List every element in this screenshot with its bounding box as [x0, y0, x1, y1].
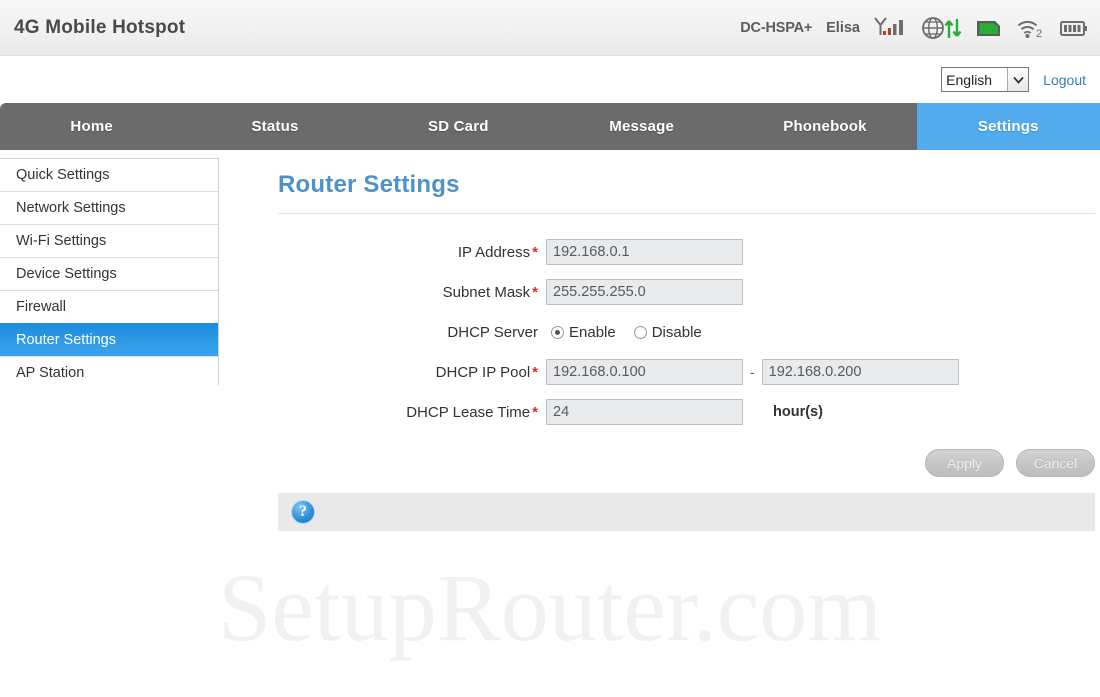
sidebar-item-firewall[interactable]: Firewall	[0, 290, 218, 323]
page-root: SetupRouter.com 4G Mobile Hotspot DC-HSP…	[0, 0, 1100, 697]
status-icon-tray: DC-HSPA+ Elisa 2	[740, 16, 1088, 40]
sidebar-item-router-settings[interactable]: Router Settings	[0, 323, 218, 356]
dhcp-ip-pool-control: -	[546, 359, 959, 385]
nav-item-phonebook[interactable]: Phonebook	[733, 103, 916, 150]
range-separator: -	[750, 364, 755, 380]
help-question-icon[interactable]: ?	[291, 500, 315, 524]
page-title: Router Settings	[278, 171, 460, 198]
dhcp-server-label: DHCP Server	[447, 323, 538, 341]
form-row-ip-address: IP Address *	[278, 232, 1095, 272]
sidebar-item-device-settings[interactable]: Device Settings	[0, 257, 218, 290]
ip-address-input[interactable]	[546, 239, 743, 265]
cancel-button[interactable]: Cancel	[1016, 449, 1095, 477]
content-area: Quick Settings Network Settings Wi-Fi Se…	[0, 150, 1100, 531]
dhcp-server-disable-option[interactable]: Disable	[633, 323, 702, 341]
radio-selected-icon[interactable]	[551, 325, 564, 339]
required-marker: *	[532, 403, 538, 421]
svg-text:2: 2	[1036, 28, 1042, 39]
dhcp-server-disable-label: Disable	[651, 323, 702, 341]
sidebar-item-network-settings[interactable]: Network Settings	[0, 191, 218, 224]
dhcp-server-enable-option[interactable]: Enable	[551, 324, 616, 341]
router-settings-form: IP Address* Subnet Mask*	[278, 232, 1095, 432]
dhcp-lease-time-label: DHCP Lease Time *	[278, 404, 546, 421]
wifi-clients-icon: 2	[1016, 17, 1046, 39]
language-select[interactable]: English	[941, 67, 1030, 92]
dhcp-lease-time-input[interactable]	[546, 399, 743, 425]
form-row-dhcp-server: DHCP Server Enable Disable	[278, 312, 1095, 352]
radio-unselected-icon[interactable]	[633, 325, 647, 339]
required-marker: *	[532, 283, 538, 301]
main-nav: Home Status SD Card Message Phonebook Se…	[0, 103, 1100, 150]
subnet-mask-label: Subnet Mask *	[278, 284, 546, 301]
nav-item-sd-card[interactable]: SD Card	[367, 103, 550, 150]
dhcp-lease-time-control: hour(s)	[546, 399, 823, 425]
sidebar-item-wifi-settings[interactable]: Wi-Fi Settings	[0, 224, 218, 257]
sidebar-item-ap-station[interactable]: AP Station	[0, 356, 218, 389]
subnet-mask-label-text: Subnet Mask	[442, 283, 531, 301]
dhcp-lease-time-label-text: DHCP Lease Time	[406, 403, 531, 421]
title-divider	[278, 213, 1095, 214]
utility-bar: English Logout	[0, 56, 1100, 103]
subnet-mask-input[interactable]	[546, 279, 743, 305]
ip-address-label: IP Address *	[278, 244, 546, 261]
required-marker: *	[532, 243, 538, 261]
nav-item-settings[interactable]: Settings	[916, 103, 1100, 150]
app-title: 4G Mobile Hotspot	[14, 16, 186, 38]
nav-item-status[interactable]: Status	[183, 103, 366, 150]
dhcp-ip-pool-end-input[interactable]	[761, 359, 959, 385]
globe-data-transfer-icon	[922, 16, 962, 40]
network-type-label: DC-HSPA+	[740, 19, 813, 36]
dhcp-ip-pool-label: DHCP IP Pool *	[278, 364, 546, 381]
sim-card-icon	[976, 17, 1002, 39]
dhcp-ip-pool-start-input[interactable]	[546, 359, 743, 385]
app-header: 4G Mobile Hotspot DC-HSPA+ Elisa 2	[0, 0, 1100, 56]
ip-address-control	[546, 239, 743, 265]
dhcp-server-enable-label: Enable	[569, 323, 616, 341]
required-marker: *	[532, 363, 538, 381]
subnet-mask-control	[546, 279, 743, 305]
battery-icon	[1060, 17, 1088, 39]
watermark: SetupRouter.com	[218, 554, 882, 661]
dhcp-lease-time-unit: hour(s)	[773, 404, 823, 420]
nav-item-message[interactable]: Message	[550, 103, 733, 150]
form-row-subnet-mask: Subnet Mask *	[278, 272, 1095, 312]
carrier-name-label: Elisa	[826, 19, 860, 36]
form-row-dhcp-lease-time: DHCP Lease Time* hour(s)	[278, 392, 1095, 432]
dhcp-server-radio-group: Enable Disable	[546, 324, 702, 341]
apply-button[interactable]: Apply	[925, 449, 1004, 477]
signal-strength-icon	[874, 16, 908, 39]
nav-item-home[interactable]: Home	[0, 103, 183, 150]
form-actions: Apply Cancel	[278, 449, 1095, 477]
sidebar-item-quick-settings[interactable]: Quick Settings	[0, 158, 218, 191]
logout-link[interactable]: Logout	[1043, 72, 1086, 88]
form-row-dhcp-ip-pool: DHCP IP Pool* -	[278, 352, 1095, 392]
language-select-wrapper: English	[941, 67, 1030, 92]
settings-sidebar: Quick Settings Network Settings Wi-Fi Se…	[0, 158, 219, 389]
dhcp-ip-pool-label-text: DHCP IP Pool	[435, 363, 531, 381]
main-panel: Router Settings IP Address* Subnet Mask*	[219, 150, 1100, 531]
ip-address-label-text: IP Address	[457, 243, 531, 261]
help-bar: ?	[278, 493, 1095, 531]
